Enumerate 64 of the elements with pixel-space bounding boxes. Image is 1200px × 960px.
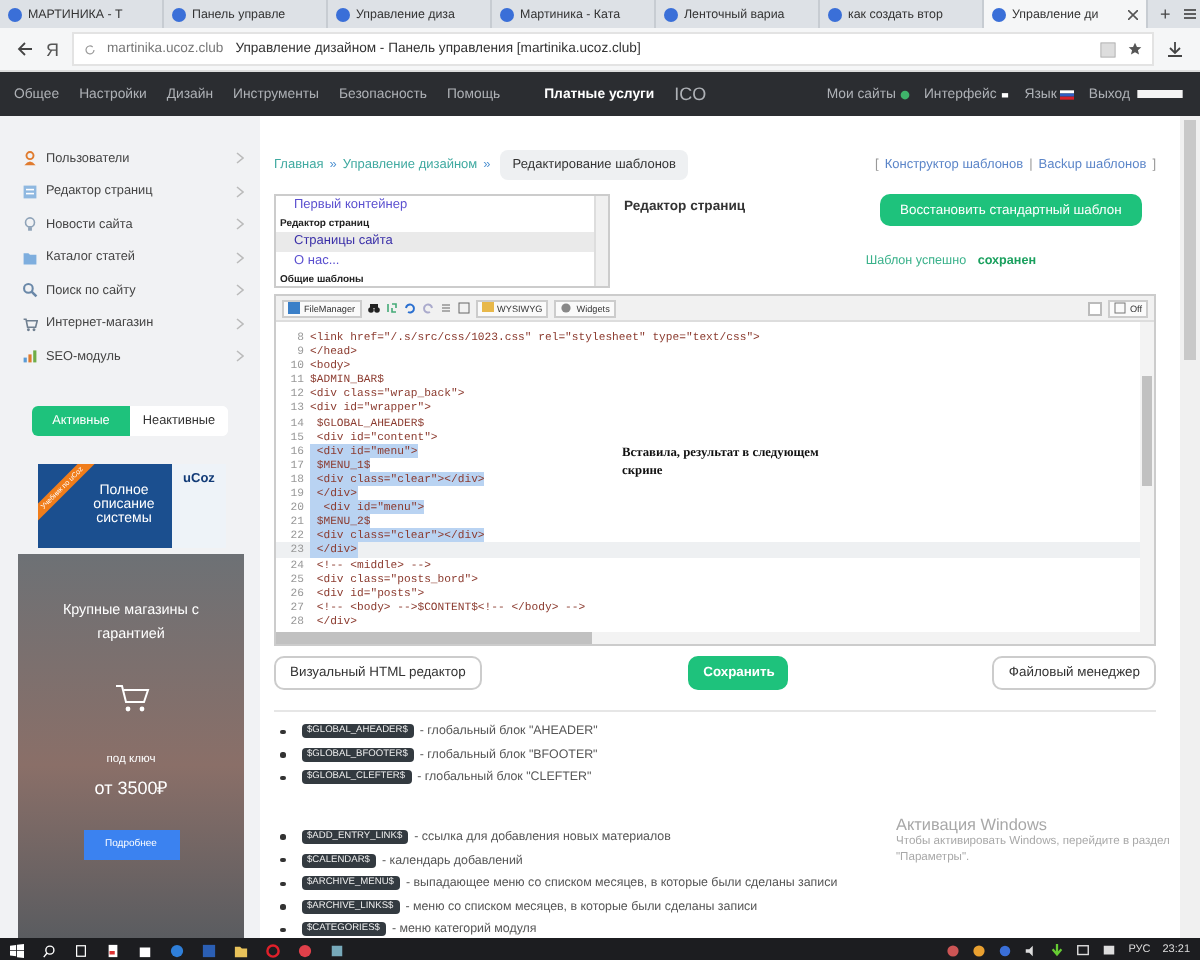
browser-icon[interactable]	[298, 943, 312, 957]
page-icon	[1113, 302, 1126, 314]
store-icon[interactable]	[138, 943, 152, 957]
page-icon	[22, 183, 38, 200]
search-icon	[22, 282, 38, 299]
word-icon[interactable]	[202, 943, 216, 957]
ad-price: от 3500₽	[94, 775, 168, 800]
undo-icon[interactable]	[403, 302, 416, 314]
chevron-icon	[236, 152, 244, 165]
checkbox[interactable]	[1087, 301, 1102, 315]
bullet	[280, 857, 285, 863]
globe-icon	[899, 89, 910, 99]
reload-icon[interactable]	[83, 43, 95, 55]
cart-icon	[113, 681, 149, 714]
close-icon[interactable]	[1128, 9, 1138, 19]
new-tab-button[interactable]: +	[1148, 0, 1183, 28]
nav-link[interactable]: ICO	[674, 84, 707, 104]
bullet	[280, 729, 285, 735]
bullet	[280, 775, 285, 781]
bullet	[280, 927, 285, 933]
flag-icon	[1060, 89, 1075, 99]
image-icon	[481, 302, 494, 314]
download-arrow-icon[interactable]	[1050, 943, 1065, 957]
search-icon[interactable]	[42, 943, 56, 957]
folder-icon	[22, 249, 38, 266]
document-icon[interactable]	[106, 943, 120, 957]
opera-icon[interactable]	[266, 943, 280, 957]
star-icon[interactable]	[1128, 42, 1142, 56]
activation-title: Активация Windows	[896, 815, 1049, 834]
cart-icon	[22, 315, 38, 332]
chevron-icon	[236, 317, 244, 330]
bulb-icon	[22, 216, 38, 233]
bullet	[280, 752, 285, 758]
gear-icon	[560, 302, 573, 314]
download-icon[interactable]	[1166, 40, 1184, 58]
home-button[interactable]: Я	[46, 39, 59, 59]
chevron-icon	[236, 185, 244, 198]
back-arrow-icon[interactable]	[16, 40, 34, 58]
network-icon[interactable]	[1076, 943, 1091, 957]
bullet	[280, 904, 285, 910]
app-icon[interactable]	[330, 943, 344, 957]
windows-icon[interactable]	[10, 943, 24, 957]
scrollbar[interactable]	[1140, 322, 1154, 632]
chevron-icon	[236, 350, 244, 363]
bullet	[280, 881, 285, 887]
chevron-icon	[236, 218, 244, 231]
user-icon	[22, 150, 38, 167]
notification-icon[interactable]	[1102, 943, 1117, 957]
scrollbar[interactable]	[276, 632, 1154, 644]
code-view-icon[interactable]	[457, 302, 470, 314]
task-view-icon[interactable]	[74, 943, 88, 957]
scrollbar[interactable]	[1180, 116, 1200, 938]
chevron-icon	[236, 284, 244, 297]
edge-icon[interactable]	[170, 943, 184, 957]
binoculars-icon[interactable]	[367, 302, 380, 314]
folder-icon[interactable]	[234, 943, 248, 957]
chart-icon	[22, 348, 38, 365]
speaker-icon[interactable]	[1024, 943, 1039, 957]
user-bar-icon	[1134, 90, 1186, 98]
bullet	[280, 834, 285, 840]
menu-icon[interactable]	[1182, 6, 1199, 22]
file-icon	[288, 302, 300, 314]
chevron-icon	[236, 251, 244, 264]
window-icon	[1000, 89, 1011, 99]
